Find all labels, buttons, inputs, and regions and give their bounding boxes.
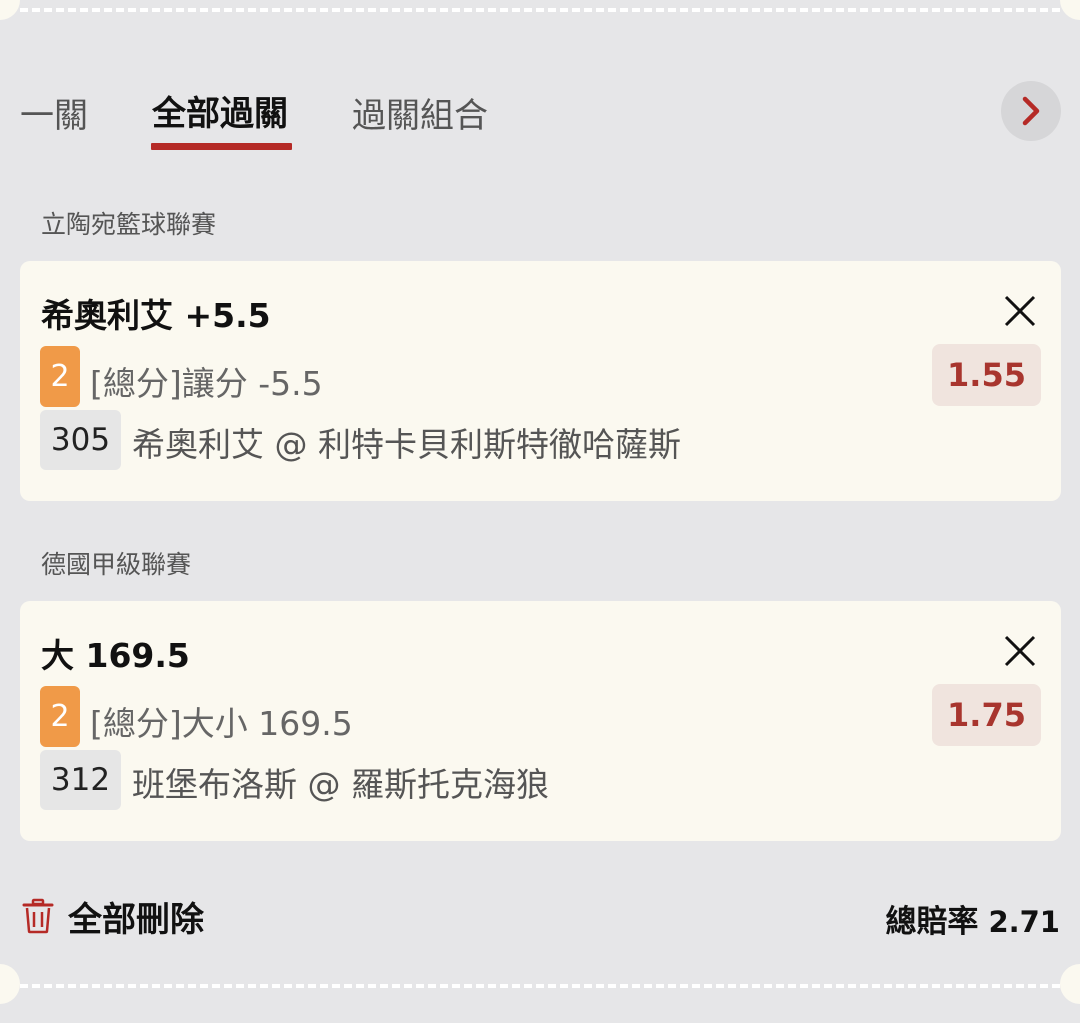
bet-card: 大 169.5 2 [總分]大小 169.5 1.75 312 班堡布洛斯 @ …	[20, 601, 1061, 841]
ticket-notch	[0, 964, 20, 1004]
bet-selection: 大 169.5	[41, 636, 190, 675]
delete-all-button[interactable]: 全部刪除	[22, 894, 204, 940]
delete-all-label: 全部刪除	[68, 899, 204, 940]
remove-bet-button[interactable]	[998, 289, 1042, 333]
ticket-notch	[1060, 964, 1080, 1004]
close-icon	[1004, 295, 1036, 327]
tab-single[interactable]: 一關	[20, 88, 88, 137]
bet-type-tabs: 一關 全部過關 過關組合	[0, 80, 1080, 150]
odds-button[interactable]: 1.55	[932, 344, 1041, 406]
bet-card: 希奧利艾 +5.5 2 [總分]讓分 -5.5 1.55 305 希奧利艾 @ …	[20, 261, 1061, 501]
ticket-top-edge	[20, 8, 1060, 12]
league-label: 立陶宛籃球聯賽	[41, 210, 217, 239]
tab-parlay[interactable]: 全部過關	[152, 86, 288, 135]
chevron-right-icon	[1022, 96, 1040, 126]
total-odds: 總賠率 2.71	[885, 896, 1060, 941]
active-tab-indicator	[151, 143, 292, 150]
match-name: 班堡布洛斯 @ 羅斯托克海狼	[132, 765, 549, 804]
ticket-bottom-edge	[20, 984, 1060, 988]
remove-bet-button[interactable]	[998, 629, 1042, 673]
next-button[interactable]	[1001, 81, 1061, 141]
league-label: 德國甲級聯賽	[41, 550, 192, 579]
ticket-notch	[1060, 0, 1080, 20]
odds-button[interactable]: 1.75	[932, 684, 1041, 746]
bet-selection: 希奧利艾 +5.5	[41, 296, 271, 335]
close-icon	[1004, 635, 1036, 667]
ticket-notch	[0, 0, 20, 20]
total-odds-value: 2.71	[988, 905, 1060, 939]
bet-market: [總分]大小 169.5	[90, 704, 353, 743]
match-code: 305	[40, 410, 121, 470]
trash-icon	[22, 898, 54, 934]
sport-badge: 2	[40, 346, 80, 407]
total-odds-label: 總賠率	[885, 904, 979, 940]
tab-combo[interactable]: 過關組合	[352, 88, 488, 137]
bet-market: [總分]讓分 -5.5	[90, 364, 323, 403]
match-code: 312	[40, 750, 121, 810]
match-name: 希奧利艾 @ 利特卡貝利斯特徹哈薩斯	[132, 425, 681, 464]
sport-badge: 2	[40, 686, 80, 747]
